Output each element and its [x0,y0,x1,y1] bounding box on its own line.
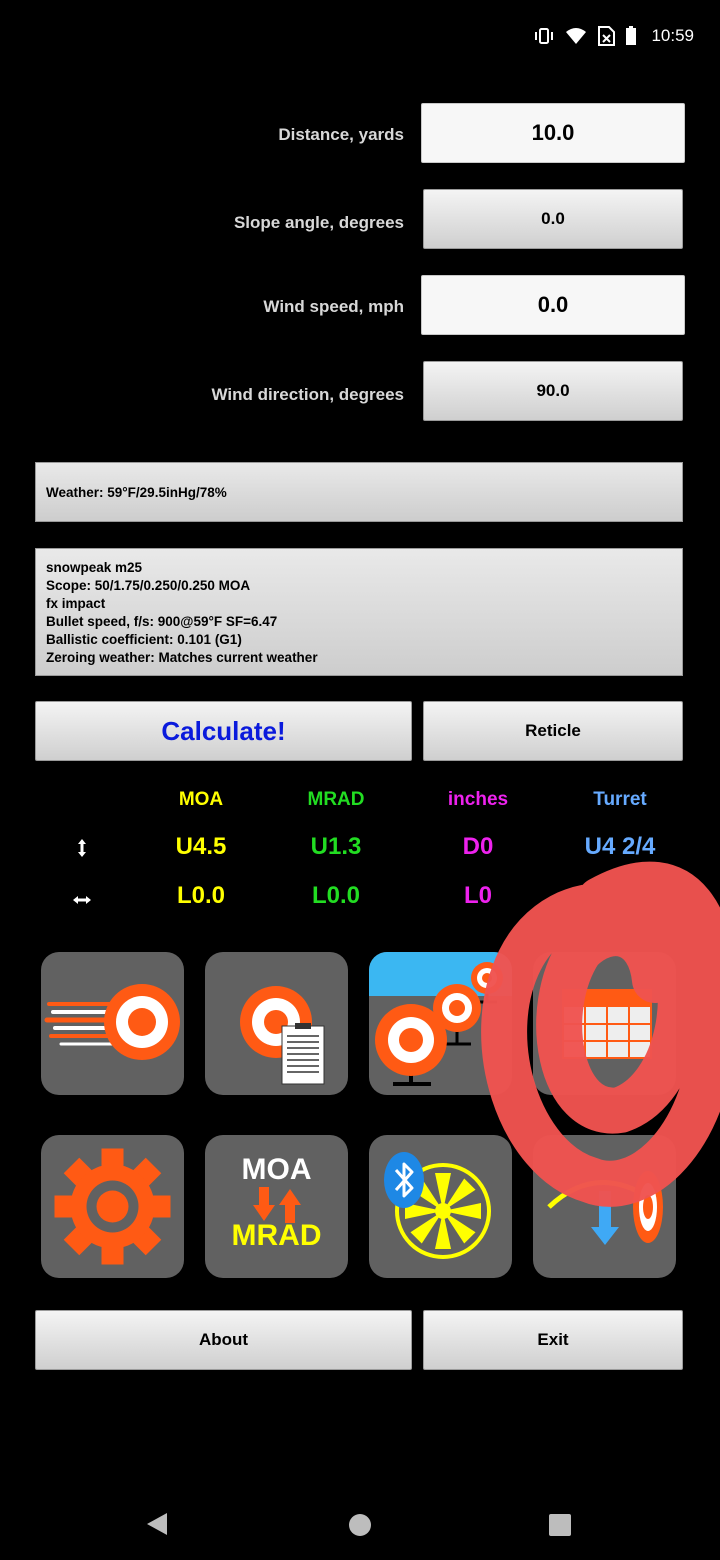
distance-input[interactable]: 10.0 [421,103,685,163]
clock: 10:59 [651,26,694,45]
no-sim-icon [598,26,616,46]
weather-button[interactable]: Weather: 59°F/29.5inHg/78% [35,462,683,522]
profile-line: Bullet speed, f/s: 900@59°F SF=6.47 [46,614,278,629]
about-button[interactable]: About [35,1310,412,1370]
profile-line: fx impact [46,596,106,611]
recents-icon[interactable] [548,1513,572,1537]
speed-target-tile[interactable] [41,952,184,1095]
reticle-button[interactable]: Reticle [423,701,683,761]
vertical-arrow-icon [78,839,86,857]
gear-icon [54,1148,171,1265]
profile-line: Scope: 50/1.75/0.250/0.250 MOA [46,578,251,593]
horizontal-moa-value: L0.0 [176,882,226,909]
vertical-turret-value: U4 2/4 [584,833,656,860]
moa-mrad-converter-tile[interactable]: MOA MRAD [205,1135,348,1278]
wind-direction-button[interactable]: 90.0 [423,361,683,421]
bluetooth-wind-tile[interactable] [369,1135,512,1278]
multi-target-tile[interactable] [369,952,512,1095]
swap-arrows-icon [253,1187,301,1223]
calculate-button[interactable]: Calculate! [35,701,412,761]
turret-header: Turret [593,789,647,810]
back-icon[interactable] [145,1512,169,1536]
wind-speed-input[interactable]: 0.0 [421,275,685,335]
horizontal-mrad-value: L0.0 [311,882,361,909]
settings-tile[interactable] [41,1135,184,1278]
horizontal-arrow-icon [73,896,91,904]
tile-mrad-text: MRAD [231,1219,322,1252]
profile-button[interactable]: snowpeak m25 Scope: 50/1.75/0.250/0.250 … [35,548,683,676]
horizontal-inches-value: L0 [463,882,492,909]
target-document-icon [240,986,325,1085]
vertical-mrad-value: U1.3 [310,833,362,860]
battery-icon [626,26,637,45]
exit-button[interactable]: Exit [423,1310,683,1370]
trajectory-tile[interactable] [533,1135,676,1278]
wind-speed-label: Wind speed, mph [263,297,404,316]
profile-line: Zeroing weather: Matches current weather [46,650,318,665]
bluetooth-icon [384,1152,424,1208]
distance-label: Distance, yards [278,125,404,144]
tile-moa-text: MOA [241,1153,312,1186]
wifi-icon [566,28,587,44]
slope-label: Slope angle, degrees [233,213,404,232]
slope-button[interactable]: 0.0 [423,189,683,249]
home-icon[interactable] [348,1513,372,1537]
profile-line: snowpeak m25 [46,560,143,575]
wind-direction-label: Wind direction, degrees [211,385,404,404]
target-report-tile[interactable] [205,952,348,1095]
table-tile[interactable] [533,952,676,1095]
range-targets-icon [369,952,512,1086]
status-bar: 10:59 [533,18,694,54]
vertical-moa-value: U4.5 [175,833,227,860]
table-icon [562,989,652,1059]
trajectory-icon [547,1171,663,1245]
profile-line: Ballistic coefficient: 0.101 (G1) [46,632,242,647]
vertical-inches-value: D0 [462,833,494,860]
moa-header: MOA [178,789,224,810]
moving-target-icon [44,984,180,1060]
inches-header: inches [447,789,509,810]
mrad-header: MRAD [307,789,365,810]
vibrate-icon [535,28,554,44]
